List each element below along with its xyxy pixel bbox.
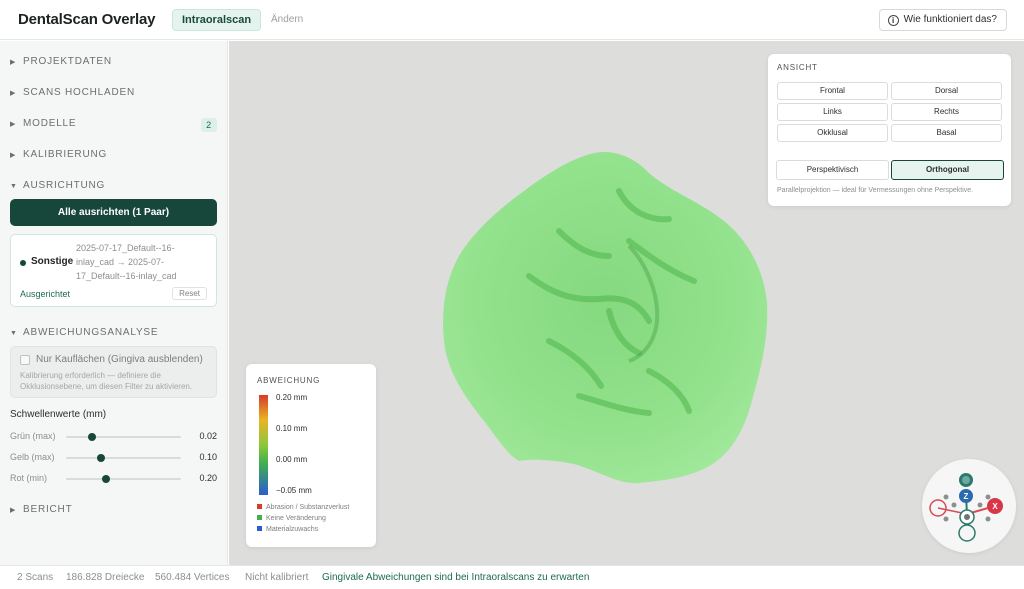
threshold-value: 0.20 xyxy=(199,473,217,483)
pair-reset-button[interactable]: Reset xyxy=(172,287,207,300)
slider-thumb[interactable] xyxy=(88,433,97,441)
legend-color-bar xyxy=(259,395,268,495)
align-all-button[interactable]: Alle ausrichten (1 Paar) xyxy=(10,199,217,226)
tooth-surface xyxy=(443,151,768,484)
pair-status-dot xyxy=(20,260,26,266)
legend-tick: 0.00 mm xyxy=(276,455,308,464)
status-calibration: Nicht kalibriert xyxy=(245,572,309,583)
slider-thumb[interactable] xyxy=(96,454,105,462)
threshold-label: Gelb (max) xyxy=(10,452,55,462)
legend-tick: 0.20 mm xyxy=(276,393,308,402)
pair-file-names: 2025-07-17_Default--16-inlay_cad → 2025-… xyxy=(76,243,177,281)
pair-status: Ausgerichtet xyxy=(20,289,71,299)
section-scans-hochladen[interactable]: ▶ SCANS HOCHLADEN xyxy=(10,87,135,101)
view-rechts-button[interactable]: Rechts xyxy=(891,103,1002,121)
legend-tick: 0.10 mm xyxy=(276,424,308,433)
threshold-row-yellow: Gelb (max) 0.10 xyxy=(10,451,217,465)
section-abweichungsanalyse[interactable]: ▼ ABWEICHUNGSANALYSE xyxy=(10,327,158,341)
status-bar: 2 Scans 186.828 Dreiecke 560.484 Vertice… xyxy=(0,565,1024,589)
occlusal-filter: Nur Kauflächen (Gingiva ausblenden) Kali… xyxy=(10,346,217,398)
slider-thumb[interactable] xyxy=(102,475,111,483)
view-links-button[interactable]: Links xyxy=(777,103,888,121)
status-scans: 2 Scans xyxy=(17,572,54,583)
legend-swatch xyxy=(257,526,262,531)
occlusal-filter-label: Nur Kauflächen (Gingiva ausblenden) xyxy=(36,354,203,365)
occlusal-filter-checkbox[interactable] xyxy=(20,355,30,365)
chevron-right-icon: ▶ xyxy=(10,152,17,159)
view-panel: ANSICHT Frontal Dorsal Links Rechts Okkl… xyxy=(768,54,1011,206)
app-title: DentalScan Overlay xyxy=(18,11,156,28)
sidebar: ▶ PROJEKTDATEN ▶ SCANS HOCHLADEN ▶ MODELLE … xyxy=(0,41,228,565)
3d-viewport[interactable]: ANSICHT Frontal Dorsal Links Rechts Okkl… xyxy=(229,41,1024,565)
status-vertices: 560.484 Vertices xyxy=(155,572,230,583)
legend-tick: −0.05 mm xyxy=(276,486,312,495)
chevron-down-icon: ▼ xyxy=(10,183,18,190)
app-header: DentalScan Overlay Intraoralscan Ändern … xyxy=(0,0,1024,40)
mode-change-link[interactable]: Ändern xyxy=(271,14,303,25)
view-dorsal-button[interactable]: Dorsal xyxy=(891,82,1002,100)
chevron-right-icon: ▶ xyxy=(10,90,17,97)
neg-y-axis-handle[interactable] xyxy=(958,524,976,542)
section-modelle[interactable]: ▶ MODELLE 2 xyxy=(10,118,217,132)
view-okklusal-button[interactable]: Okklusal xyxy=(777,124,888,142)
threshold-row-green: Grün (max) 0.02 xyxy=(10,430,217,444)
projection-hint: Parallelprojektion — ideal für Vermessun… xyxy=(777,187,974,194)
threshold-label: Grün (max) xyxy=(10,431,56,441)
chevron-right-icon: ▶ xyxy=(10,121,17,128)
projection-orthogonal-button[interactable]: Orthogonal xyxy=(891,160,1004,180)
chevron-right-icon: ▶ xyxy=(10,59,17,66)
pair-category: Sonstige xyxy=(31,256,74,267)
mode-tab-intraoralscan[interactable]: Intraoralscan xyxy=(172,9,262,31)
threshold-slider-red[interactable] xyxy=(66,475,181,483)
orientation-gizmo[interactable]: Z X xyxy=(922,459,1016,553)
threshold-row-red: Rot (min) 0.20 xyxy=(10,472,217,486)
section-kalibrierung[interactable]: ▶ KALIBRIERUNG xyxy=(10,149,107,163)
threshold-value: 0.02 xyxy=(199,431,217,441)
x-axis-label: X xyxy=(992,502,998,511)
modelle-count-badge: 2 xyxy=(201,118,217,132)
threshold-slider-yellow[interactable] xyxy=(66,454,181,462)
legend-swatch xyxy=(257,504,262,509)
threshold-value: 0.10 xyxy=(199,452,217,462)
chevron-right-icon: ▶ xyxy=(10,507,17,514)
view-panel-title: ANSICHT xyxy=(777,63,818,72)
status-note: Gingivale Abweichungen sind bei Intraora… xyxy=(322,572,590,583)
help-button-label: Wie funktioniert das? xyxy=(903,14,997,25)
deviation-legend: ABWEICHUNG 0.20 mm 0.10 mm 0.00 mm −0.05… xyxy=(246,364,376,547)
threshold-slider-green[interactable] xyxy=(66,433,181,441)
help-button[interactable]: i Wie funktioniert das? xyxy=(878,9,1007,31)
alignment-pair-card[interactable]: Sonstige 2025-07-17_Default--16-inlay_ca… xyxy=(10,234,217,307)
section-ausrichtung[interactable]: ▼ AUSRICHTUNG xyxy=(10,180,105,194)
section-bericht[interactable]: ▶ BERICHT xyxy=(10,504,73,518)
legend-title: ABWEICHUNG xyxy=(257,376,321,385)
chevron-down-icon: ▼ xyxy=(10,330,18,337)
projection-perspective-button[interactable]: Perspektivisch xyxy=(776,160,889,180)
z-axis-label: Z xyxy=(964,492,969,501)
legend-item-abrasion: Abrasion / Substanzverlust xyxy=(257,504,349,511)
section-projektdaten[interactable]: ▶ PROJEKTDATEN xyxy=(10,56,112,70)
view-frontal-button[interactable]: Frontal xyxy=(777,82,888,100)
occlusal-filter-help: Kalibrierung erforderlich — definiere di… xyxy=(20,371,193,391)
legend-item-material-gain: Materialzuwachs xyxy=(257,526,318,533)
legend-swatch xyxy=(257,515,262,520)
info-icon: i xyxy=(887,15,899,26)
legend-item-unchanged: Keine Veränderung xyxy=(257,515,326,522)
threshold-label: Rot (min) xyxy=(10,473,48,483)
status-triangles: 186.828 Dreiecke xyxy=(66,572,145,583)
thresholds-title: Schwellenwerte (mm) xyxy=(10,409,107,420)
view-basal-button[interactable]: Basal xyxy=(891,124,1002,142)
